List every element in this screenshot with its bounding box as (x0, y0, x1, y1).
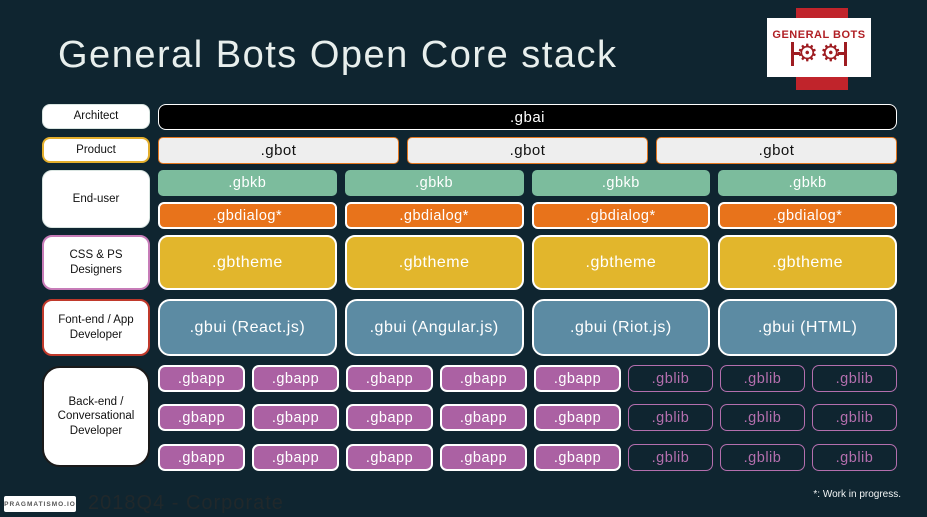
gbapp-box: .gbapp (440, 365, 527, 392)
role-label-text: End-user (72, 192, 120, 205)
gblib-box: .gblib (628, 365, 713, 392)
gbapp-box: .gbapp (534, 444, 621, 471)
logo-brand-text: GENERAL BOTS (772, 29, 866, 41)
role-label-text: Font-end / App Developer (58, 314, 134, 341)
work-in-progress-footnote: *: Work in progress. (813, 489, 901, 500)
gbapp-box: .gbapp (158, 404, 245, 431)
gbapp-box: .gbapp (252, 404, 339, 431)
gbai-box: .gbai (158, 104, 897, 130)
gblib-box: .gblib (720, 365, 805, 392)
gblib-box: .gblib (812, 444, 897, 471)
slide-title: General Bots Open Core stack (58, 34, 618, 76)
role-label-css-ps-designers: CSS & PS Designers (42, 235, 150, 290)
gblib-box: .gblib (812, 365, 897, 392)
gbtheme-row: .gbtheme .gbtheme .gbtheme .gbtheme (158, 235, 897, 290)
gbui-react-box: .gbui (React.js) (158, 299, 337, 356)
general-bots-logo: GENERAL BOTS ⚙ ⚙ (767, 18, 871, 77)
gbapp-box: .gbapp (440, 444, 527, 471)
gbui-riot-box: .gbui (Riot.js) (531, 299, 711, 356)
gbdialog-box: .gbdialog* (158, 202, 337, 229)
gbot-box: .gbot (407, 137, 648, 164)
gbai-row: .gbai (158, 104, 897, 130)
gbapp-box: .gbapp (346, 365, 433, 392)
role-label-product: Product (42, 137, 150, 163)
gbapp-box: .gbapp (252, 444, 339, 471)
gbot-box: .gbot (158, 137, 399, 164)
gbot-row: .gbot .gbot .gbot (158, 137, 897, 164)
gears-graphic: ⚙ ⚙ (791, 42, 847, 66)
gbkb-box: .gbkb (718, 170, 897, 196)
gbdialog-box: .gbdialog* (344, 202, 524, 229)
gbapp-box: .gbapp (346, 444, 433, 471)
gbdialog-row: .gbdialog* .gbdialog* .gbdialog* .gbdial… (158, 202, 897, 229)
gbdialog-box: .gbdialog* (531, 202, 711, 229)
gblib-box: .gblib (812, 404, 897, 431)
backend-row-1: .gbapp .gbapp .gbapp .gbapp .gbapp .gbli… (158, 365, 897, 392)
role-label-text: Architect (73, 110, 119, 123)
gbtheme-box: .gbtheme (344, 235, 524, 290)
gbapp-box: .gbapp (252, 365, 339, 392)
gbkb-row: .gbkb .gbkb .gbkb .gbkb (158, 170, 897, 196)
role-label-backend-conversational-developer: Back-end / Conversational Developer (42, 366, 150, 467)
role-label-text: CSS & PS Designers (69, 249, 123, 276)
gbapp-box: .gbapp (534, 365, 621, 392)
gbkb-box: .gbkb (531, 170, 711, 196)
gbui-html-box: .gbui (HTML) (718, 299, 897, 356)
gbui-row: .gbui (React.js) .gbui (Angular.js) .gbu… (158, 299, 897, 356)
gblib-box: .gblib (628, 444, 713, 471)
slide-canvas: General Bots Open Core stack GENERAL BOT… (0, 0, 927, 517)
gbkb-box: .gbkb (344, 170, 524, 196)
gbapp-box: .gbapp (440, 404, 527, 431)
role-label-architect: Architect (42, 104, 150, 129)
gbdialog-box: .gbdialog* (718, 202, 897, 229)
gbot-box: .gbot (656, 137, 897, 164)
role-label-text: Product (76, 143, 116, 156)
gbui-angular-box: .gbui (Angular.js) (344, 299, 524, 356)
antenna-right-icon (837, 42, 847, 66)
gblib-box: .gblib (720, 404, 805, 431)
gbtheme-box: .gbtheme (718, 235, 897, 290)
gblib-box: .gblib (628, 404, 713, 431)
role-label-text: Back-end / Conversational Developer (57, 395, 135, 437)
gblib-box: .gblib (720, 444, 805, 471)
gbkb-box: .gbkb (158, 170, 337, 196)
role-label-frontend-app-developer: Font-end / App Developer (42, 299, 150, 356)
gbapp-box: .gbapp (158, 365, 245, 392)
footer-caption: 2018Q4 - Corporate (88, 492, 284, 514)
antenna-left-icon (791, 42, 801, 66)
gbtheme-box: .gbtheme (531, 235, 711, 290)
role-label-end-user: End-user (42, 170, 150, 228)
pragmatismo-logo: PRAGMATISMO.IO (4, 496, 76, 512)
gbapp-box: .gbapp (346, 404, 433, 431)
backend-row-3: .gbapp .gbapp .gbapp .gbapp .gbapp .gbli… (158, 444, 897, 471)
gbapp-box: .gbapp (158, 444, 245, 471)
gbapp-box: .gbapp (534, 404, 621, 431)
backend-row-2: .gbapp .gbapp .gbapp .gbapp .gbapp .gbli… (158, 404, 897, 431)
gbtheme-box: .gbtheme (158, 235, 337, 290)
